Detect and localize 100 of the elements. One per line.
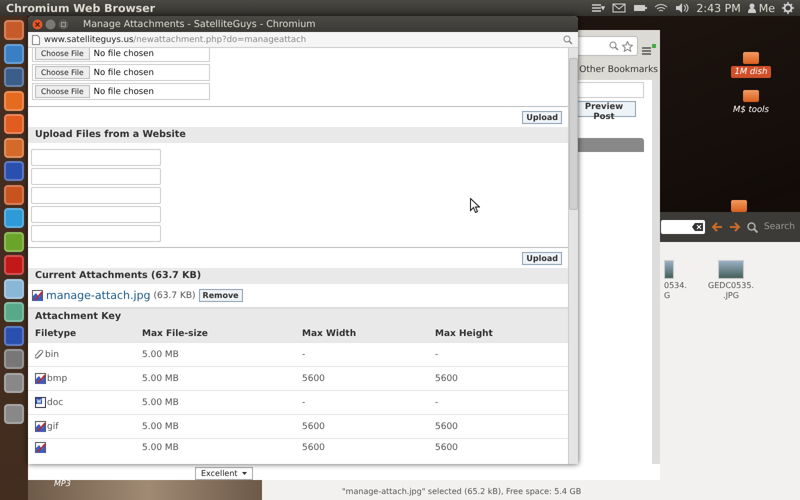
file-label[interactable]: MP3 bbox=[54, 479, 71, 488]
app-icon[interactable] bbox=[4, 67, 24, 87]
file-size: (63.7 KB) bbox=[154, 290, 196, 300]
page-icon bbox=[32, 34, 40, 44]
scrollbar[interactable] bbox=[652, 80, 660, 464]
url-field[interactable] bbox=[31, 187, 161, 204]
url-field[interactable] bbox=[31, 149, 161, 166]
app-icon[interactable] bbox=[4, 20, 24, 40]
table-cell-text: 5600 bbox=[435, 422, 459, 432]
app-icon[interactable] bbox=[4, 184, 24, 204]
app-icon[interactable] bbox=[4, 326, 24, 346]
app-icon[interactable] bbox=[4, 372, 24, 392]
table-cell-text: - bbox=[435, 350, 440, 360]
table-cell-text: 5600 bbox=[302, 422, 326, 432]
app-icon[interactable] bbox=[4, 255, 24, 275]
zoom-icon[interactable] bbox=[563, 34, 573, 44]
app-icon[interactable] bbox=[4, 44, 24, 64]
mouse-pointer-icon bbox=[470, 198, 480, 213]
scroll-thumb[interactable] bbox=[569, 58, 578, 210]
zoom-icon[interactable] bbox=[609, 41, 619, 51]
upload-button[interactable]: Upload bbox=[522, 111, 562, 124]
app-icon[interactable] bbox=[4, 278, 24, 298]
paperclip-icon bbox=[35, 350, 44, 360]
star-icon[interactable] bbox=[622, 40, 633, 52]
folder-icon[interactable] bbox=[742, 90, 759, 102]
document-icon bbox=[35, 397, 46, 408]
close-icon[interactable] bbox=[32, 18, 43, 30]
column-header: Filetype bbox=[35, 328, 78, 338]
menu-icon[interactable] bbox=[591, 3, 606, 13]
maximize-icon[interactable] bbox=[58, 18, 69, 30]
url-field[interactable] bbox=[31, 225, 161, 242]
attachment-link[interactable]: manage-attach.jpg bbox=[46, 289, 151, 302]
trash-icon[interactable] bbox=[4, 404, 24, 424]
table-cell: bmp bbox=[47, 374, 68, 384]
app-icon[interactable] bbox=[4, 232, 24, 252]
folder-label[interactable]: 1M dish bbox=[731, 66, 770, 78]
clear-icon[interactable] bbox=[692, 223, 703, 231]
app-icon[interactable] bbox=[4, 138, 24, 158]
table-cell-text: - bbox=[302, 398, 306, 408]
photo-placeholder[interactable] bbox=[718, 260, 744, 279]
table-cell-text: 5600 bbox=[302, 443, 326, 453]
photo-placeholder[interactable] bbox=[664, 260, 674, 279]
app-icon[interactable] bbox=[4, 208, 24, 228]
table-cell: bin bbox=[45, 350, 59, 360]
app-title: Chromium Web Browser bbox=[6, 2, 156, 14]
caret-icon bbox=[242, 472, 247, 475]
clock[interactable]: 2:43 PM bbox=[696, 2, 741, 14]
folder-label[interactable]: M$ tools bbox=[730, 104, 772, 116]
url-field[interactable] bbox=[31, 206, 161, 223]
forward-arrow-icon[interactable] bbox=[729, 222, 741, 232]
file-status: No file chosen bbox=[94, 48, 154, 58]
table-cell-text: 5600 bbox=[302, 374, 326, 384]
table-cell-text: - bbox=[435, 398, 440, 408]
dropdown[interactable]: Excellent bbox=[195, 467, 253, 480]
app-icon[interactable] bbox=[4, 302, 24, 322]
app-icon[interactable] bbox=[4, 349, 24, 369]
table-cell: doc bbox=[47, 398, 64, 408]
address-bar[interactable]: www.satelliteguys.us/newattachment.php?do=manageattach bbox=[28, 32, 578, 48]
image-file-icon bbox=[35, 373, 46, 384]
url-field[interactable] bbox=[31, 168, 161, 185]
user-name[interactable]: Me bbox=[758, 2, 775, 14]
mail-icon[interactable] bbox=[612, 3, 626, 13]
section-heading: Upload Files from a Website bbox=[28, 127, 568, 143]
settings-icon[interactable] bbox=[782, 2, 794, 14]
table-cell-text: 5.00 MB bbox=[142, 443, 180, 453]
url-text: www.satelliteguys.us/newattachment.php?do=manageattach bbox=[44, 34, 308, 44]
search-icon[interactable] bbox=[747, 222, 758, 232]
file-status: No file chosen bbox=[94, 68, 154, 78]
scrollbar[interactable] bbox=[568, 48, 578, 464]
path-field[interactable] bbox=[661, 220, 705, 234]
minimize-icon[interactable] bbox=[45, 18, 56, 30]
table-cell-text: 5.00 MB bbox=[142, 374, 180, 384]
file-status: No file chosen bbox=[94, 86, 154, 96]
folder-icon[interactable] bbox=[742, 52, 759, 64]
back-arrow-icon[interactable] bbox=[711, 222, 723, 232]
status-text: "manage-attach.jpg" selected (65.2 kB), Free space: 5.4 GB bbox=[342, 486, 582, 496]
window-title: Manage Attachments - SatelliteGuys - Chromium bbox=[83, 18, 316, 30]
menu-icon[interactable] bbox=[642, 44, 656, 56]
table-cell-text: - bbox=[302, 350, 306, 360]
file-name[interactable]: GEDC0535. .JPG bbox=[708, 281, 754, 300]
app-icon[interactable] bbox=[4, 161, 24, 181]
column-header: Max Height bbox=[435, 328, 494, 338]
upload-button[interactable]: Upload bbox=[522, 252, 562, 265]
battery-icon[interactable] bbox=[633, 3, 648, 13]
column-header: Max File-size bbox=[142, 328, 209, 338]
table-cell-text: 5600 bbox=[435, 443, 459, 453]
column-header: Max Width bbox=[302, 328, 358, 338]
app-icon[interactable] bbox=[4, 90, 24, 110]
table-cell-text: 5.00 MB bbox=[142, 422, 180, 432]
table-cell-text: 5.00 MB bbox=[142, 398, 180, 408]
table-cell: gif bbox=[47, 422, 58, 432]
app-icon[interactable] bbox=[4, 114, 24, 134]
search-field[interactable]: Search bbox=[764, 222, 796, 232]
file-name[interactable]: 0534. G bbox=[664, 281, 687, 300]
volume-icon[interactable] bbox=[675, 3, 690, 13]
remove-button[interactable]: Remove bbox=[198, 289, 243, 302]
person-icon bbox=[748, 3, 756, 13]
image-file-icon bbox=[35, 421, 46, 432]
wifi-icon[interactable] bbox=[654, 3, 668, 13]
table-cell-text: 5600 bbox=[435, 374, 459, 384]
